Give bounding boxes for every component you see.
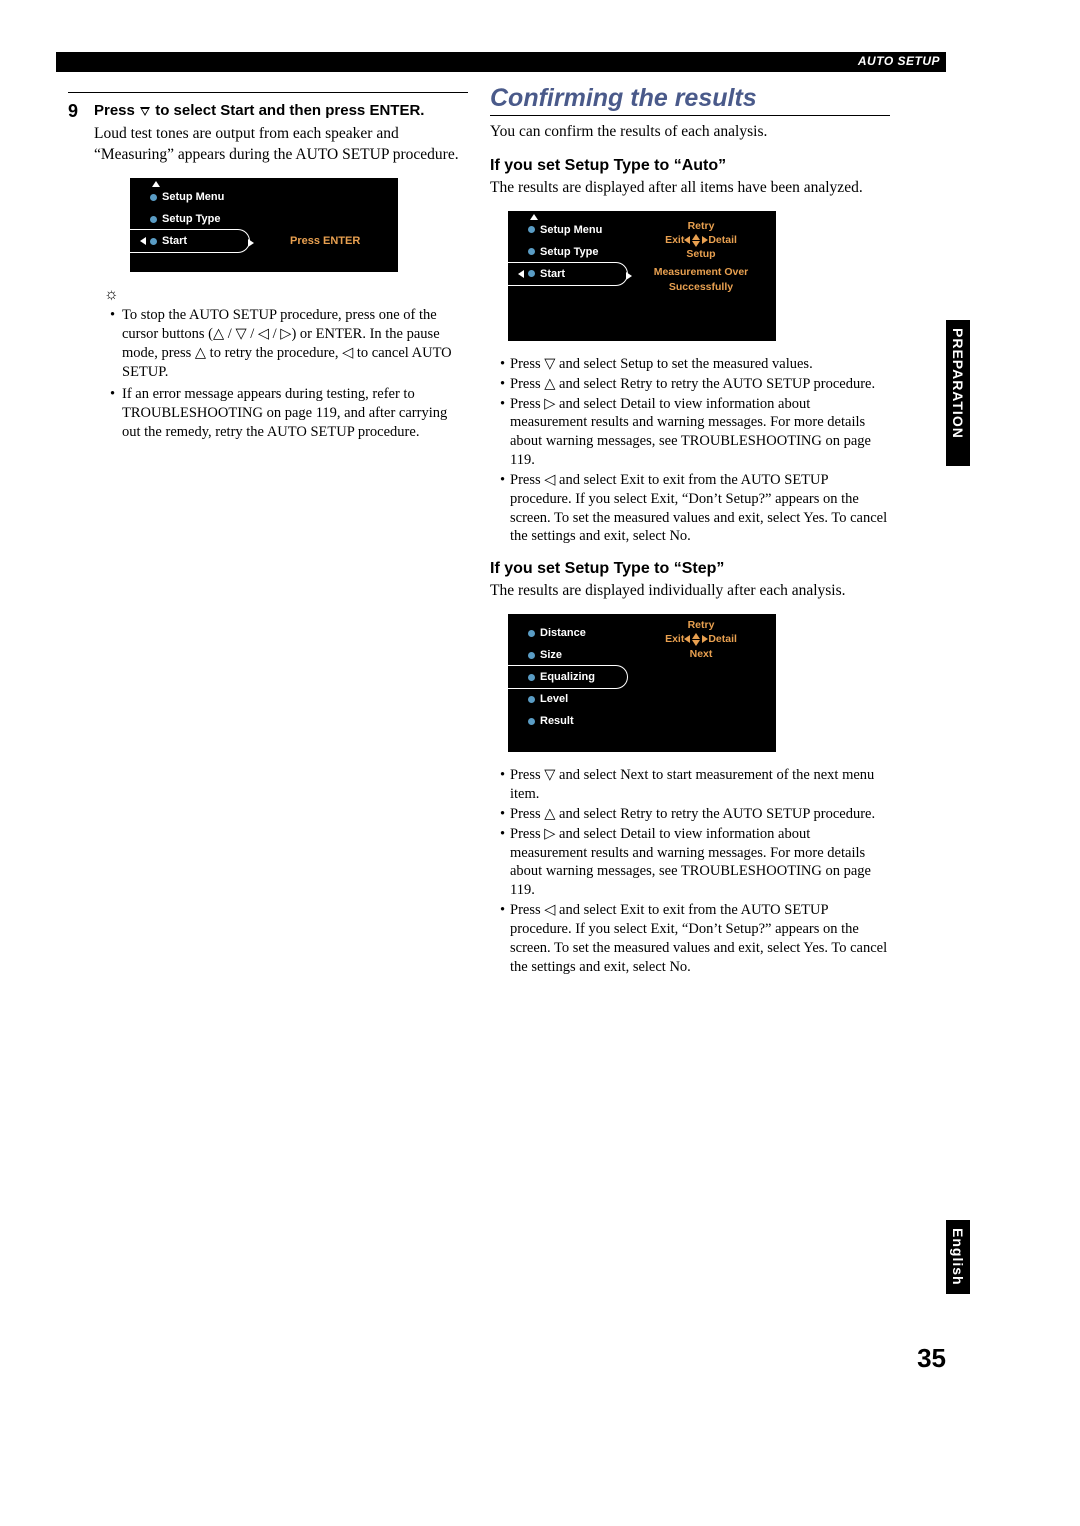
section-intro: You can confirm the results of each anal… (490, 122, 890, 143)
selection-pill (508, 262, 628, 286)
right-column: Confirming the results You can confirm t… (490, 84, 890, 977)
menu-bullet-icon (528, 718, 535, 725)
page-header-bar: AUTO SETUP (56, 52, 946, 72)
side-tab-english: English (946, 1220, 970, 1294)
auto-body: The results are displayed after all item… (490, 178, 890, 199)
down-arrow-icon (140, 107, 150, 116)
nav-up-label: Retry (636, 618, 766, 632)
status-line-1: Measurement Over (636, 265, 766, 279)
nav-left-label: Exit (665, 632, 684, 646)
osd-screen-start: Setup Menu Setup Type Start Press ENTER (130, 178, 398, 272)
press-enter-label: Press ENTER (290, 235, 360, 247)
menu-bullet-icon (150, 216, 157, 223)
menu-bullet-icon (528, 226, 535, 233)
bullet-item: Press ◁ and select Exit to exit from the… (498, 901, 890, 976)
nav-down-icon (692, 241, 700, 247)
sub-heading-step: If you set Setup Type to “Step” (490, 560, 890, 578)
nav-panel: Retry Exit Detail Next (636, 618, 766, 661)
bullet-item: Press △ and select Retry to retry the AU… (498, 805, 890, 824)
step-title-pre: Press (94, 102, 139, 119)
left-column: 9 Press to select Start and then press E… (68, 92, 468, 444)
selection-pill (130, 229, 250, 253)
selection-pill (508, 665, 628, 689)
bullet-item: Press ▽ and select Setup to set the meas… (498, 355, 890, 374)
step-bullet-list: Press ▽ and select Next to start measure… (498, 766, 890, 976)
right-arrow-icon (626, 272, 632, 280)
nav-up-icon (692, 633, 700, 639)
menu-bullet-icon (528, 248, 535, 255)
note-item: To stop the AUTO SETUP procedure, press … (114, 306, 468, 383)
page-number: 35 (917, 1343, 946, 1374)
nav-right-label: Detail (708, 632, 737, 646)
step-9: 9 Press to select Start and then press E… (68, 101, 468, 444)
menu-item: Setup Menu (162, 191, 224, 203)
auto-bullet-list: Press ▽ and select Setup to set the meas… (498, 355, 890, 546)
osd-screen-step: Distance Size Equalizing Level Result Re… (508, 614, 776, 752)
menu-item: Setup Type (162, 213, 220, 225)
nav-up-label: Retry (636, 219, 766, 233)
osd-screen-auto: Setup Menu Setup Type Start Retry Exit D… (508, 211, 776, 341)
menu-bullet-icon (150, 194, 157, 201)
notes-list: To stop the AUTO SETUP procedure, press … (114, 306, 468, 442)
step-body: The results are displayed individually a… (490, 581, 890, 602)
hint-icon: ☼ (104, 286, 468, 304)
menu-item: Distance (540, 627, 586, 639)
section-title: Confirming the results (490, 84, 890, 116)
nav-down-icon (692, 640, 700, 646)
sub-heading-auto: If you set Setup Type to “Auto” (490, 157, 890, 175)
rule (68, 92, 468, 93)
step-title-post: to select Start and then press ENTER. (151, 102, 424, 119)
nav-panel: Retry Exit Detail Setup Measurement Over… (636, 219, 766, 294)
nav-left-icon (684, 635, 690, 643)
menu-item: Result (540, 715, 574, 727)
menu-item: Level (540, 693, 568, 705)
status-line-2: Successfully (636, 280, 766, 294)
nav-left-icon (684, 236, 690, 244)
step-body-text: Loud test tones are output from each spe… (94, 124, 468, 166)
bullet-item: Press ▷ and select Detail to view inform… (498, 395, 890, 470)
nav-up-icon (692, 234, 700, 240)
menu-item: Setup Menu (540, 224, 602, 236)
menu-bullet-icon (528, 630, 535, 637)
nav-left-label: Exit (665, 233, 684, 247)
menu-bullet-icon (528, 652, 535, 659)
right-arrow-icon (248, 239, 254, 247)
nav-down-label: Next (636, 647, 766, 661)
nav-down-label: Setup (636, 247, 766, 261)
bullet-item: Press ▽ and select Next to start measure… (498, 766, 890, 804)
header-section-label: AUTO SETUP (858, 54, 940, 68)
bullet-item: Press △ and select Retry to retry the AU… (498, 375, 890, 394)
step-title: Press to select Start and then press ENT… (94, 101, 468, 121)
side-tab-preparation: PREPARATION (946, 320, 970, 466)
step-number: 9 (68, 101, 94, 444)
menu-bullet-icon (528, 696, 535, 703)
menu-item: Size (540, 649, 562, 661)
bullet-item: Press ▷ and select Detail to view inform… (498, 825, 890, 900)
note-item: If an error message appears during testi… (114, 385, 468, 442)
nav-right-label: Detail (708, 233, 737, 247)
menu-item: Setup Type (540, 246, 598, 258)
bullet-item: Press ◁ and select Exit to exit from the… (498, 471, 890, 546)
